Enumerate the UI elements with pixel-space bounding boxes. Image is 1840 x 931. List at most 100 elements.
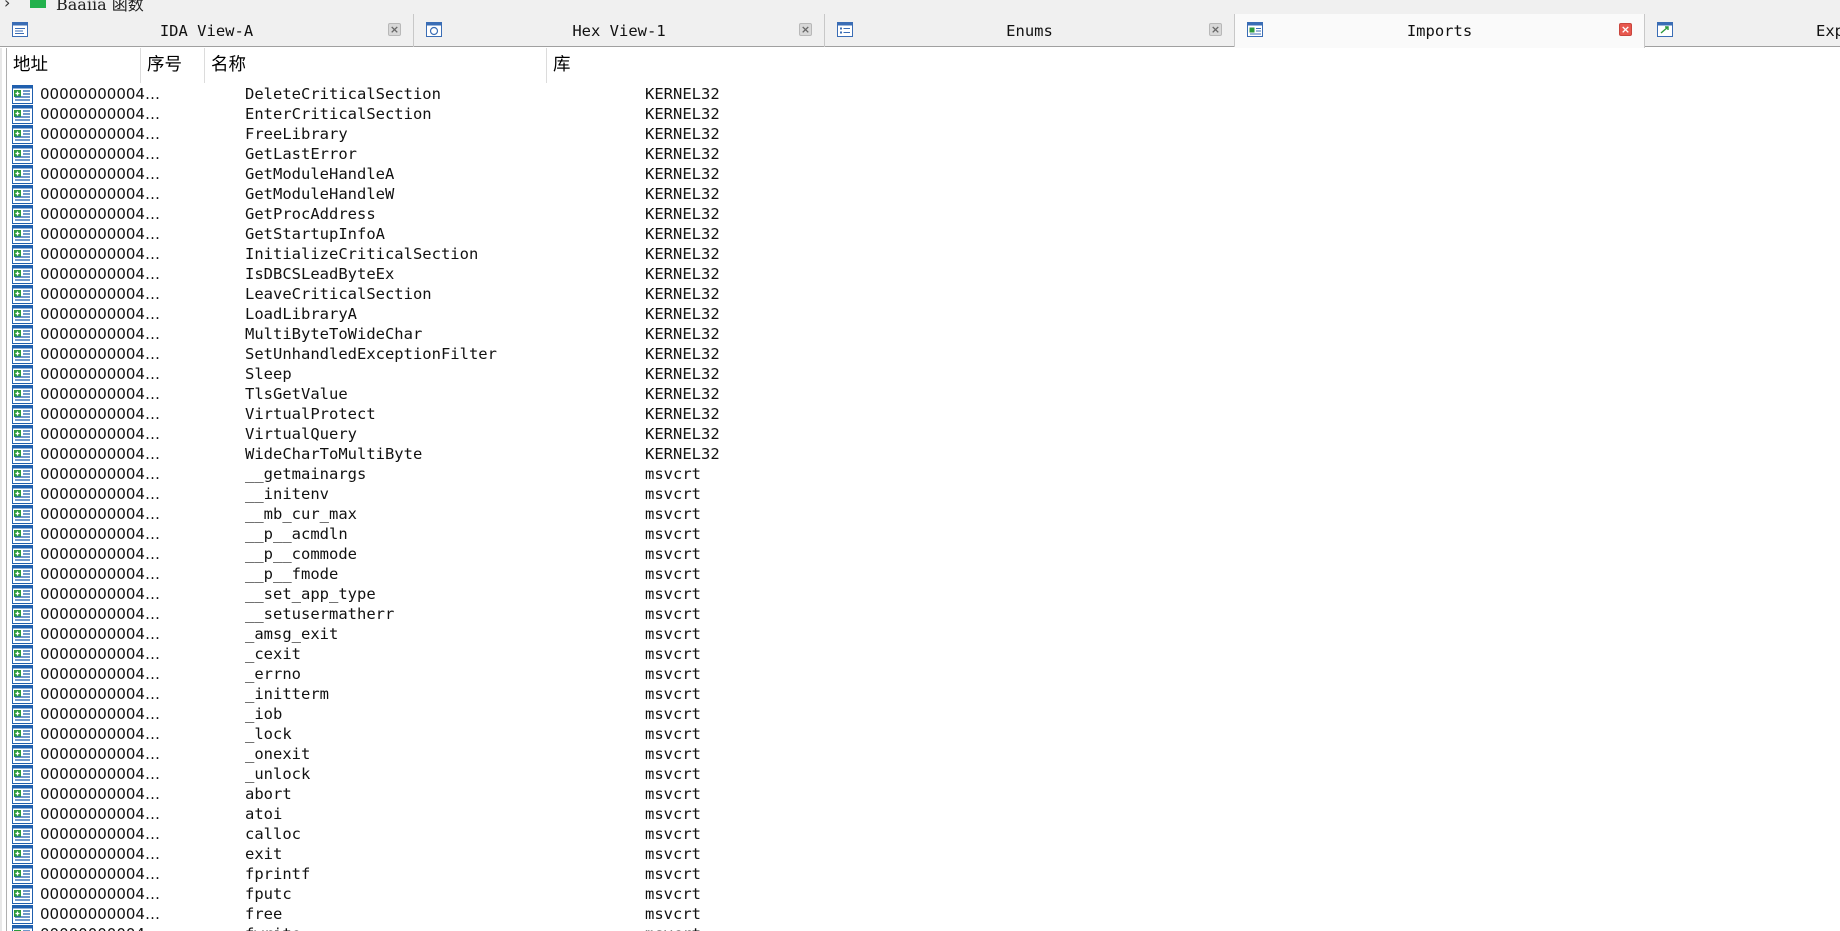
table-row[interactable]: 00000000004… __p__acmdln msvcrt	[7, 524, 1840, 544]
table-row[interactable]: 00000000004… SetUnhandledExceptionFilter K…	[7, 344, 1840, 364]
table-row[interactable]: 00000000004… LoadLibraryA KERNEL32	[7, 304, 1840, 324]
table-row[interactable]: 00000000004… FreeLibrary KERNEL32	[7, 124, 1840, 144]
close-icon[interactable]: ×	[1619, 23, 1632, 36]
tab-hex-view-1[interactable]: Hex View-1 ×	[414, 14, 825, 47]
library-cell: msvcrt	[645, 885, 701, 903]
import-function-icon	[12, 425, 33, 444]
table-row[interactable]: 00000000004… fputc msvcrt	[7, 884, 1840, 904]
library-cell: msvcrt	[645, 725, 701, 743]
table-row[interactable]: 00000000004… __p__commode msvcrt	[7, 544, 1840, 564]
column-header-library[interactable]: 库	[547, 48, 1840, 83]
table-row[interactable]: 00000000004… calloc msvcrt	[7, 824, 1840, 844]
address-cell: 00000000004…	[40, 924, 172, 931]
close-icon[interactable]: ×	[1209, 23, 1222, 36]
table-row[interactable]: 00000000004… GetModuleHandleA KERNEL32	[7, 164, 1840, 184]
name-cell: fputc	[245, 885, 292, 903]
library-cell: msvcrt	[645, 805, 701, 823]
table-row[interactable]: 00000000004… fwritemsvcrt	[7, 924, 1840, 931]
close-icon[interactable]: ×	[388, 23, 401, 36]
tab-imports[interactable]: Imports ×	[1235, 14, 1645, 48]
address-cell: 00000000004…	[40, 705, 160, 723]
address-cell: 00000000004…	[40, 325, 160, 343]
library-cell: KERNEL32	[645, 105, 720, 123]
table-row[interactable]: 00000000004… WideCharToMultiByte KERNEL32	[7, 444, 1840, 464]
table-row[interactable]: 00000000004… GetLastError KERNEL32	[7, 144, 1840, 164]
ida-imports-window: › Baaiia 函数 IDA View-A × Hex View-1 × Enums ×…	[0, 0, 1840, 931]
table-row[interactable]: 00000000004… GetModuleHandleW KERNEL32	[7, 184, 1840, 204]
table-row[interactable]: 00000000004… __p__fmode msvcrt	[7, 564, 1840, 584]
tab-label: Hex View-1	[572, 22, 666, 40]
table-row[interactable]: 00000000004… _errno msvcrt	[7, 664, 1840, 684]
table-row[interactable]: 00000000004… VirtualQuery KERNEL32	[7, 424, 1840, 444]
tab-exp[interactable]: Exp	[1645, 14, 1840, 47]
import-function-icon	[12, 745, 33, 764]
table-row[interactable]: 00000000004… free msvcrt	[7, 904, 1840, 924]
table-row[interactable]: 00000000004… GetProcAddress KERNEL32	[7, 204, 1840, 224]
ordinal-cell	[175, 604, 245, 624]
close-icon[interactable]: ×	[799, 23, 812, 36]
address-cell: 00000000004…	[40, 105, 160, 123]
collapse-arrow-icon[interactable]: ›	[4, 0, 10, 12]
table-row[interactable]: 00000000004… __set_app_type msvcrt	[7, 584, 1840, 604]
ordinal-cell	[175, 804, 245, 824]
name-cell: GetStartupInfoA	[245, 225, 385, 243]
table-row[interactable]: 00000000004… _onexit msvcrt	[7, 744, 1840, 764]
table-row[interactable]: 00000000004… LeaveCriticalSection KERNEL32	[7, 284, 1840, 304]
table-row[interactable]: 00000000004… _iob msvcrt	[7, 704, 1840, 724]
table-row[interactable]: 00000000004… DeleteCriticalSection KERNEL3…	[7, 84, 1840, 104]
table-row[interactable]: 00000000004… InitializeCriticalSection KER…	[7, 244, 1840, 264]
table-row[interactable]: 00000000004… GetStartupInfoA KERNEL32	[7, 224, 1840, 244]
table-row[interactable]: 00000000004… IsDBCSLeadByteEx KERNEL32	[7, 264, 1840, 284]
tab-label: Exp	[1816, 22, 1840, 40]
ordinal-cell	[175, 424, 245, 444]
table-row[interactable]: 00000000004… TlsGetValue KERNEL32	[7, 384, 1840, 404]
table-row[interactable]: 00000000004… _cexit msvcrt	[7, 644, 1840, 664]
name-cell: GetLastError	[245, 145, 357, 163]
name-cell: __p__acmdln	[245, 525, 348, 543]
library-cell: msvcrt	[645, 545, 701, 563]
address-cell: 00000000004…	[40, 445, 160, 463]
table-row[interactable]: 00000000004… _unlock msvcrt	[7, 764, 1840, 784]
table-row[interactable]: 00000000004… __getmainargs msvcrt	[7, 464, 1840, 484]
table-row[interactable]: 00000000004… __setusermatherr msvcrt	[7, 604, 1840, 624]
ordinal-cell	[175, 464, 245, 484]
ordinal-cell	[175, 164, 245, 184]
import-function-icon	[12, 625, 33, 644]
table-row[interactable]: 00000000004… _initterm msvcrt	[7, 684, 1840, 704]
address-cell: 00000000004…	[40, 225, 160, 243]
name-cell: atoi	[245, 805, 283, 823]
table-row[interactable]: 00000000004… fprintf msvcrt	[7, 864, 1840, 884]
address-cell: 00000000004…	[40, 485, 160, 503]
table-row[interactable]: 00000000004… Sleep KERNEL32	[7, 364, 1840, 384]
column-header-name[interactable]: 名称	[205, 48, 547, 83]
table-row[interactable]: 00000000004… MultiByteToWideChar KERNEL32	[7, 324, 1840, 344]
table-row[interactable]: 00000000004… atoi msvcrt	[7, 804, 1840, 824]
column-header-ordinal[interactable]: 序号	[141, 48, 205, 83]
name-cell: SetUnhandledExceptionFilter	[245, 345, 497, 363]
import-function-icon	[12, 605, 33, 624]
table-body: 00000000004… DeleteCriticalSection KERNEL3…	[7, 84, 1840, 931]
table-row[interactable]: 00000000004… exit msvcrt	[7, 844, 1840, 864]
ordinal-cell	[175, 744, 245, 764]
import-function-icon	[12, 325, 33, 344]
table-row[interactable]: 00000000004… __mb_cur_max msvcrt	[7, 504, 1840, 524]
address-cell: 00000000004…	[40, 85, 160, 103]
table-row[interactable]: 00000000004… VirtualProtect KERNEL32	[7, 404, 1840, 424]
column-header-address[interactable]: 地址	[7, 48, 141, 83]
prev-pane-title-strip: › Baaiia 函数	[0, 0, 1840, 14]
tab-ida-view-a[interactable]: IDA View-A ×	[0, 14, 414, 47]
tab-label: IDA View-A	[159, 22, 254, 40]
table-row[interactable]: 00000000004… _lock msvcrt	[7, 724, 1840, 744]
ordinal-cell	[175, 324, 245, 344]
table-row[interactable]: 00000000004… _amsg_exit msvcrt	[7, 624, 1840, 644]
import-function-icon	[12, 245, 33, 264]
library-cell: msvcrt	[645, 705, 701, 723]
tab-enums[interactable]: Enums ×	[825, 14, 1235, 47]
table-row[interactable]: 00000000004… __initenv msvcrt	[7, 484, 1840, 504]
library-cell: KERNEL32	[645, 145, 720, 163]
ordinal-cell	[175, 784, 245, 804]
address-cell: 00000000004…	[40, 565, 160, 583]
ordinal-cell	[175, 704, 245, 724]
table-row[interactable]: 00000000004… abort msvcrt	[7, 784, 1840, 804]
table-row[interactable]: 00000000004… EnterCriticalSection KERNEL32	[7, 104, 1840, 124]
